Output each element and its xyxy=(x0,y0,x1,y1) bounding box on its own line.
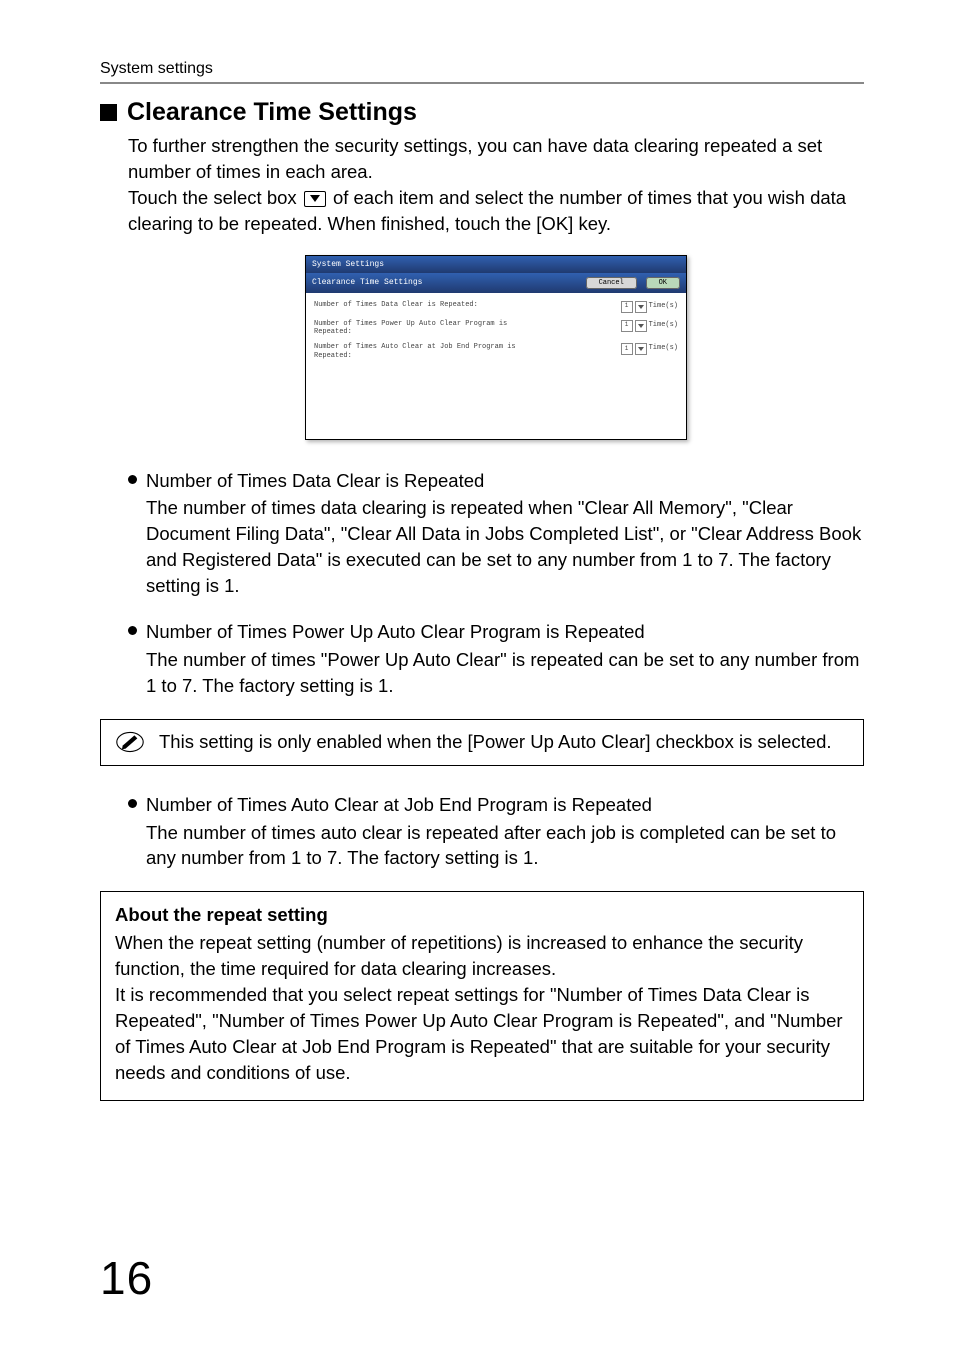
page-header-section: System settings xyxy=(100,60,864,78)
select-box-icon xyxy=(304,191,326,207)
page-title: Clearance Time Settings xyxy=(127,98,417,127)
setting-row: Number of Times Auto Clear at Job End Pr… xyxy=(314,343,678,360)
cancel-button[interactable]: Cancel xyxy=(586,277,637,289)
dropdown-icon[interactable] xyxy=(635,343,647,355)
unit-suffix: Time(s) xyxy=(649,321,678,331)
bullet-heading: Number of Times Auto Clear at Job End Pr… xyxy=(146,792,864,818)
bullet-body: The number of times "Power Up Auto Clear… xyxy=(146,647,864,699)
value-box: 1 xyxy=(621,343,633,355)
title-bullet-square xyxy=(100,104,117,121)
bullet-heading: Number of Times Power Up Auto Clear Prog… xyxy=(146,619,864,645)
about-box: About the repeat setting When the repeat… xyxy=(100,891,864,1100)
about-paragraph-1: When the repeat setting (number of repet… xyxy=(115,930,849,982)
note-box: This setting is only enabled when the [P… xyxy=(100,719,864,766)
unit-suffix: Time(s) xyxy=(649,344,678,354)
value-box: 1 xyxy=(621,320,633,332)
note-text: This setting is only enabled when the [P… xyxy=(159,730,832,755)
dropdown-icon[interactable] xyxy=(635,301,647,313)
bullet-body: The number of times data clearing is rep… xyxy=(146,495,864,599)
pencil-note-icon xyxy=(115,731,145,753)
bullet-body: The number of times auto clear is repeat… xyxy=(146,820,864,872)
header-rule xyxy=(100,82,864,84)
about-paragraph-2: It is recommended that you select repeat… xyxy=(115,982,849,1086)
setting-row: Number of Times Power Up Auto Clear Prog… xyxy=(314,320,678,337)
ok-button[interactable]: OK xyxy=(646,277,680,289)
page-number: 16 xyxy=(100,1251,864,1305)
value-box: 1 xyxy=(621,301,633,313)
bullet-heading: Number of Times Data Clear is Repeated xyxy=(146,468,864,494)
dialog-subtitle: Clearance Time Settings xyxy=(312,277,422,288)
intro-paragraph-2: Touch the select box of each item and se… xyxy=(128,185,864,237)
settings-dialog: System Settings Clearance Time Settings … xyxy=(305,255,687,440)
setting-row: Number of Times Data Clear is Repeated: … xyxy=(314,301,678,313)
dialog-titlebar: System Settings xyxy=(306,256,686,273)
about-title: About the repeat setting xyxy=(115,902,849,928)
setting-label: Number of Times Data Clear is Repeated: xyxy=(314,301,524,309)
setting-label: Number of Times Power Up Auto Clear Prog… xyxy=(314,320,524,337)
setting-label: Number of Times Auto Clear at Job End Pr… xyxy=(314,343,524,360)
dropdown-icon[interactable] xyxy=(635,320,647,332)
intro-p2-part-a: Touch the select box xyxy=(128,187,302,208)
unit-suffix: Time(s) xyxy=(649,302,678,312)
intro-paragraph-1: To further strengthen the security setti… xyxy=(128,133,864,185)
